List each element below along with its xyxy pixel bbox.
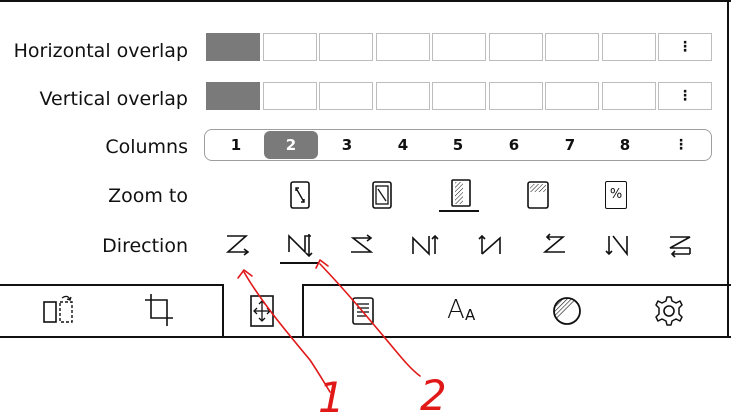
columns-option-5[interactable]: 5 <box>431 129 485 161</box>
document-icon[interactable] <box>350 286 378 336</box>
zoom-percent-icon[interactable]: % <box>605 181 627 209</box>
font-size-small-glyph: A <box>465 306 476 324</box>
columns-label: Columns <box>105 136 188 158</box>
n-up-left-icon[interactable] <box>474 228 508 264</box>
horizontal-overlap-more-button[interactable]: ⋮ <box>658 33 712 61</box>
columns-option-8[interactable]: 8 <box>598 129 652 161</box>
zoom-selected-underline <box>439 210 479 212</box>
columns-option-6[interactable]: 6 <box>487 129 541 161</box>
fit-height-icon[interactable] <box>523 178 553 212</box>
contrast-icon[interactable] <box>550 286 584 336</box>
vertical-overlap-segment[interactable] <box>206 82 260 110</box>
pan-arrows-icon[interactable] <box>249 286 275 336</box>
annotation-mark-2: 2 <box>420 371 447 417</box>
columns-option-2[interactable]: 2 <box>264 131 318 159</box>
direction-selected-underline <box>280 262 318 264</box>
horizontal-overlap-segment[interactable] <box>488 33 543 61</box>
horizontal-overlap-segment[interactable] <box>432 33 486 61</box>
z-left-up-icon[interactable] <box>662 228 696 264</box>
vertical-overlap-segment[interactable] <box>319 82 373 110</box>
n-up-right-icon[interactable] <box>407 228 441 264</box>
columns-option-4[interactable]: 4 <box>376 129 430 161</box>
vertical-overlap-segment[interactable] <box>488 82 543 110</box>
gear-icon[interactable] <box>652 286 686 336</box>
z-right-up-icon[interactable] <box>345 228 379 264</box>
vertical-overlap-segment[interactable] <box>432 82 486 110</box>
vertical-overlap-segment[interactable] <box>262 82 317 110</box>
n-down-right-icon[interactable] <box>283 228 319 264</box>
horizontal-overlap-segment[interactable] <box>319 33 373 61</box>
horizontal-overlap-segment[interactable] <box>375 33 430 61</box>
tab-bar-bottom-border <box>0 336 731 338</box>
horizontal-overlap-segment[interactable] <box>262 33 317 61</box>
crop-icon[interactable] <box>143 286 177 336</box>
zoom-to-label: Zoom to <box>108 185 188 207</box>
horizontal-overlap-segment[interactable] <box>601 33 656 61</box>
columns-more-button[interactable]: ⋮ <box>654 129 708 161</box>
fit-page-icon[interactable] <box>287 178 313 212</box>
horizontal-overlap-label: Horizontal overlap <box>13 40 188 62</box>
columns-option-3[interactable]: 3 <box>320 129 374 161</box>
active-tab-left-edge <box>222 284 224 338</box>
vertical-overlap-label: Vertical overlap <box>39 88 188 110</box>
fit-width-icon[interactable] <box>445 176 477 214</box>
vertical-overlap-segment[interactable] <box>545 82 599 110</box>
vertical-overlap-segment[interactable] <box>375 82 430 110</box>
vertical-overlap-more-button[interactable]: ⋮ <box>658 82 712 110</box>
font-size-icon[interactable]: A A <box>447 286 487 336</box>
columns-option-7[interactable]: 7 <box>543 129 597 161</box>
z-left-down-icon[interactable] <box>537 228 571 264</box>
n-down-left-icon[interactable] <box>599 228 633 264</box>
tab-bar-top-border-left <box>0 284 222 286</box>
rotate-page-icon[interactable] <box>42 286 76 336</box>
font-size-large-glyph: A <box>447 295 465 325</box>
vertical-overlap-segment[interactable] <box>601 82 656 110</box>
annotation-mark-1: 1 <box>318 373 345 417</box>
active-tab-right-edge <box>302 284 304 338</box>
fit-content-icon[interactable] <box>369 178 395 212</box>
columns-option-1[interactable]: 1 <box>209 129 263 161</box>
z-right-down-icon[interactable] <box>222 228 254 264</box>
horizontal-overlap-segment[interactable] <box>545 33 599 61</box>
horizontal-overlap-segment[interactable] <box>206 33 260 61</box>
direction-label: Direction <box>102 235 188 257</box>
